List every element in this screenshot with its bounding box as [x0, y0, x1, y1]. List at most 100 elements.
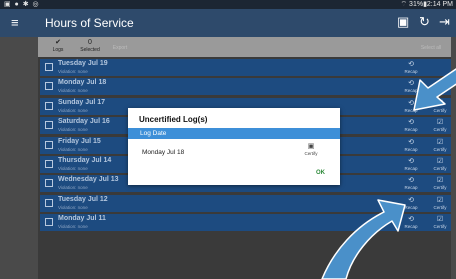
log-row[interactable]: Tuesday Jul 12 Violation: none ⟲ Recap ☑ Cert…: [40, 194, 451, 212]
violation-status: Violation: none: [58, 204, 88, 210]
recap-label: Recap: [404, 185, 418, 191]
recap-label: Recap: [404, 146, 418, 152]
certify-button[interactable]: ☑ Certify: [431, 176, 449, 191]
tab-logs[interactable]: ✔ Logs: [46, 39, 70, 53]
certify-button[interactable]: ☑ Certify: [431, 118, 449, 133]
log-date: Wednesday Jul 13: [58, 176, 119, 184]
certify-icon: ☑: [436, 177, 444, 185]
log-date: Tuesday Jul 19: [58, 60, 108, 67]
check-icon: ✔: [55, 39, 61, 46]
log-row[interactable]: Tuesday Jul 19 Violation: none ⟲ Recap: [40, 59, 451, 76]
violation-status: Violation: none: [58, 185, 88, 191]
certify-label: Certify: [433, 127, 447, 133]
log-date: Sunday Jul 17: [58, 98, 106, 106]
certify-button[interactable]: ☑ Certify: [431, 138, 449, 153]
recap-label: Recap: [404, 88, 418, 94]
log-date: Tuesday Jul 12: [58, 195, 108, 203]
log-date: Friday Jul 15: [58, 137, 101, 145]
recap-icon: ⟲: [408, 61, 414, 68]
recap-button[interactable]: ⟲ Recap: [404, 176, 418, 191]
tab-label: Select all: [420, 45, 442, 51]
tab-label: Selected: [80, 47, 100, 53]
tab-export[interactable]: Export: [108, 45, 132, 51]
violation-status: Violation: none: [58, 146, 88, 152]
notification-icons: ▣ ● ✱ ◎: [4, 1, 40, 8]
recap-button[interactable]: ⟲ Recap: [404, 196, 418, 211]
recap-label: Recap: [404, 224, 418, 230]
selected-count: 0: [88, 39, 92, 46]
log-date: Saturday Jul 16: [58, 118, 110, 126]
certify-button[interactable]: ☑ Certify: [431, 196, 449, 211]
uncertified-logs-dialog: Uncertified Log(s) Log Date Monday Jul 1…: [128, 108, 340, 185]
row-checkbox[interactable]: [45, 179, 53, 188]
row-checkbox[interactable]: [45, 82, 53, 91]
certify-label: Certify: [433, 146, 447, 152]
row-checkbox[interactable]: [45, 101, 53, 110]
certify-button[interactable]: ☑ Certify: [431, 157, 449, 172]
certify-label: Certify: [304, 151, 318, 156]
log-date-header: Log Date: [128, 128, 340, 139]
certify-label: Certify: [433, 166, 447, 171]
recap-icon: ⟲: [408, 138, 414, 146]
tab-selected[interactable]: 0 Selected: [75, 39, 105, 53]
app-bar: ≡ Hours of Service ▣ ↻ ⇥: [0, 9, 456, 37]
left-panel: [0, 37, 38, 279]
recap-label: Recap: [404, 107, 418, 113]
logout-icon[interactable]: ⇥: [439, 14, 450, 30]
recap-icon: ⟲: [408, 158, 414, 165]
row-checkbox[interactable]: [45, 218, 53, 227]
recap-label: Recap: [404, 69, 418, 74]
page-title: Hours of Service: [45, 16, 134, 30]
recap-icon: ⟲: [408, 99, 414, 107]
uncertified-log-date: Monday Jul 18: [142, 149, 185, 156]
row-checkbox[interactable]: [45, 160, 53, 168]
recap-icon: ⟲: [408, 196, 414, 204]
recap-icon: ⟲: [408, 177, 414, 185]
recap-button[interactable]: ⟲ Recap: [404, 138, 418, 153]
recap-button[interactable]: ⟲ Recap: [404, 157, 418, 172]
certify-icon: ☑: [436, 158, 444, 165]
certify-icon: ☑: [436, 216, 444, 224]
refresh-icon[interactable]: ↻: [419, 14, 430, 30]
tab-label: Logs: [52, 47, 64, 53]
violation-status: Violation: none: [58, 107, 88, 113]
violation-status: Violation: none: [58, 224, 88, 230]
select-all[interactable]: Select all: [416, 45, 446, 51]
certify-icon: ☑: [436, 99, 444, 107]
violation-status: Violation: none: [58, 166, 88, 171]
recap-button[interactable]: ⟲ Recap: [404, 60, 418, 75]
certify-label: Certify: [433, 185, 447, 191]
right-panel: [451, 37, 456, 279]
recap-button[interactable]: ⟲ Recap: [404, 99, 418, 114]
log-date: Monday Jul 11: [58, 215, 106, 223]
battery-clock: ⌔ 31%▮2:14 PM: [400, 1, 453, 8]
recap-button[interactable]: ⟲ Recap: [404, 118, 418, 133]
certify-button[interactable]: ☑ Certify: [431, 215, 449, 230]
recap-button[interactable]: ⟲ Recap: [404, 79, 418, 94]
certify-button[interactable]: ☑ Certify: [431, 99, 449, 114]
menu-icon[interactable]: ≡: [11, 15, 19, 31]
log-row[interactable]: Monday Jul 18 Violation: none ⟲ Recap: [40, 78, 451, 96]
row-checkbox[interactable]: [45, 63, 53, 71]
row-checkbox[interactable]: [45, 140, 53, 149]
recap-label: Recap: [404, 127, 418, 133]
certify-icon: ☑: [436, 119, 444, 127]
recap-label: Recap: [404, 166, 418, 171]
dialog-certify-button[interactable]: ▣ Certify: [300, 142, 322, 157]
certify-label: Certify: [433, 107, 447, 113]
ok-button[interactable]: OK: [316, 170, 325, 176]
status-bar: ▣ ● ✱ ◎ ⌔ 31%▮2:14 PM: [0, 0, 456, 9]
device-icon[interactable]: ▣: [397, 14, 409, 30]
recap-button[interactable]: ⟲ Recap: [404, 215, 418, 230]
log-date: Monday Jul 18: [58, 79, 107, 87]
certify-icon: ☑: [436, 138, 444, 146]
recap-icon: ⟲: [408, 119, 414, 127]
certify-label: Certify: [433, 224, 447, 230]
certify-icon: ▣: [307, 143, 315, 150]
violation-status: Violation: none: [58, 127, 88, 133]
row-checkbox[interactable]: [45, 198, 53, 207]
recap-icon: ⟲: [408, 216, 414, 224]
tab-label: Export: [112, 45, 128, 51]
row-checkbox[interactable]: [45, 121, 53, 130]
log-row[interactable]: Monday Jul 11 Violation: none ⟲ Recap ☑ Certi…: [40, 214, 451, 232]
